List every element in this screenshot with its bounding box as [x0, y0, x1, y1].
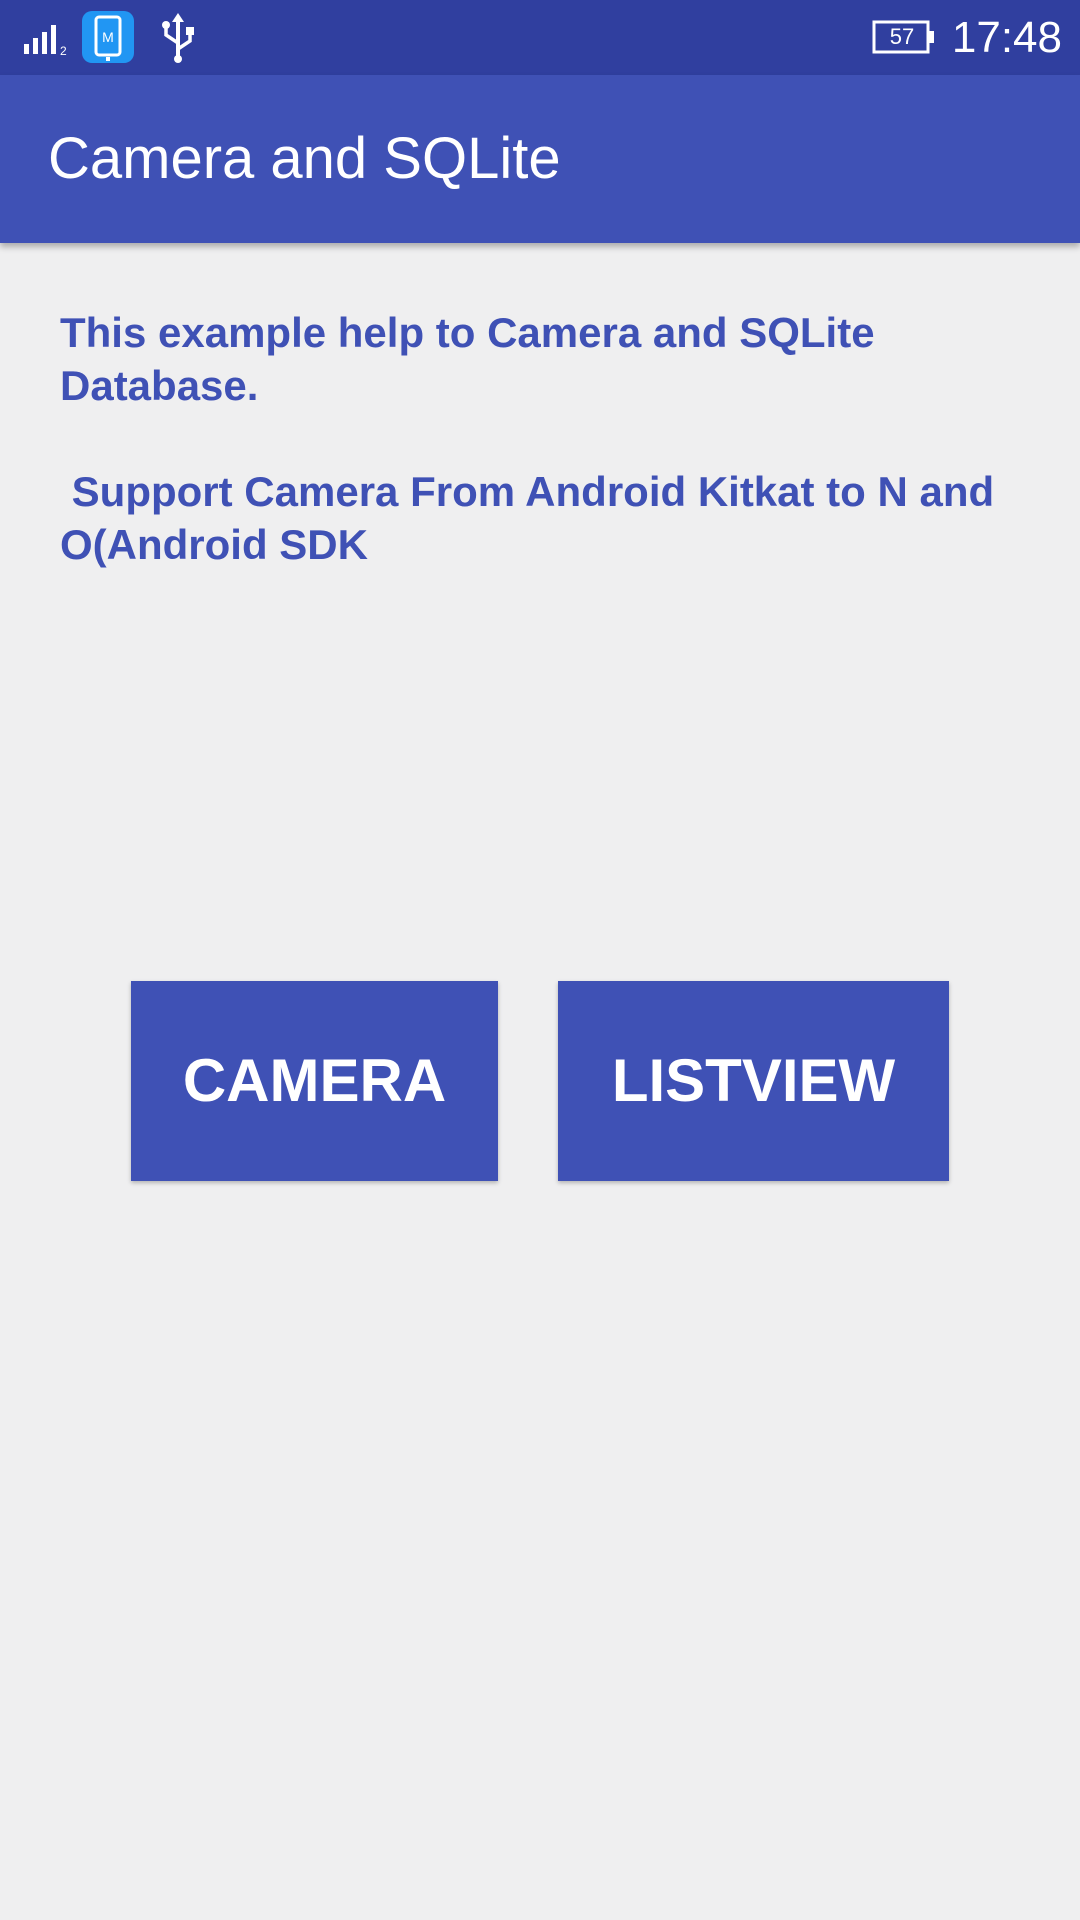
- status-bar: 2 M 57 17:48: [0, 0, 1080, 75]
- clock: 17:48: [951, 13, 1062, 62]
- sim-slot-label: 2: [60, 44, 67, 56]
- description-line-2: Support Camera From Android Kitkat to N …: [60, 468, 1006, 568]
- battery-level: 57: [889, 24, 915, 49]
- signal-icon: 2: [24, 25, 67, 56]
- camera-button[interactable]: CAMERA: [131, 981, 498, 1181]
- listview-button[interactable]: LISTVIEW: [558, 981, 949, 1181]
- description-text: This example help to Camera and SQLite D…: [60, 306, 1020, 571]
- phone-app-icon: M: [82, 11, 134, 63]
- notification-letter: M: [102, 29, 114, 45]
- page-title: Camera and SQLite: [48, 126, 561, 191]
- app-bar: Camera and SQLite: [0, 75, 1080, 243]
- description-line-1: This example help to Camera and SQLite D…: [60, 309, 875, 409]
- usb-icon: [162, 13, 194, 63]
